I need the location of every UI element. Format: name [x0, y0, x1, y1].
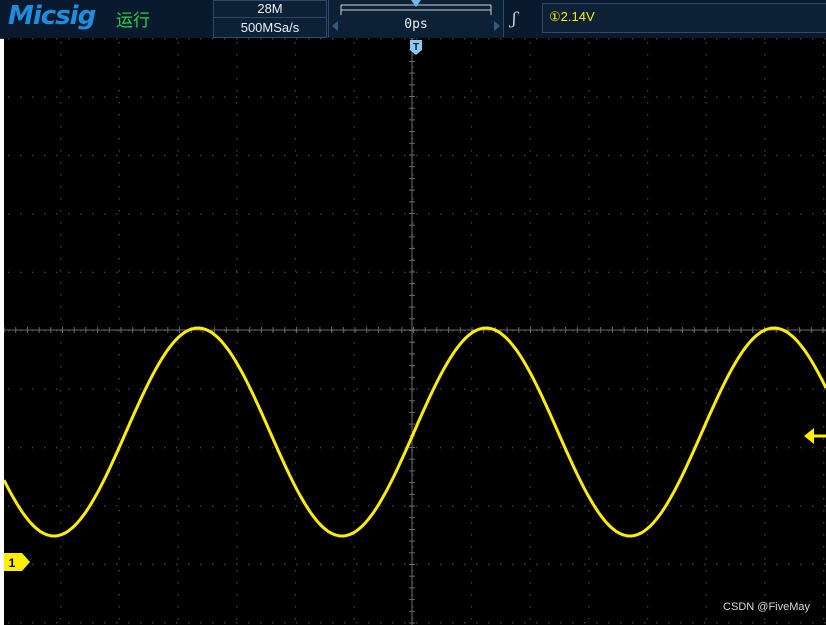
waveform-canvas: T 1 [4, 38, 826, 625]
channel-1-ground-marker[interactable]: 1 [4, 553, 30, 571]
sample-rate[interactable]: 500MSa/s [213, 17, 327, 38]
brand-logo: Micsig [8, 1, 96, 31]
trigger-marker-label: T [413, 42, 419, 53]
memory-depth[interactable]: 28M [213, 0, 327, 18]
top-status-bar: Micsig 运行 28M 500MSa/s 0ps ʃ ①2.14V [0, 0, 826, 39]
watermark: CSDN @FiveMay [723, 601, 810, 613]
trigger-level-arrow-icon[interactable] [804, 428, 826, 444]
channel-1-waveform [4, 326, 826, 538]
waveform-display[interactable]: T 1 CSDN @FiveMay [4, 38, 826, 625]
trigger-slope-rising-icon[interactable]: ʃ [512, 9, 517, 29]
trigger-position-marker-icon [411, 0, 421, 7]
channel-1-label: 1 [9, 556, 16, 570]
graticule [4, 38, 826, 625]
trigger-position: 0ps [404, 17, 428, 32]
trigger-level: ①2.14V [549, 9, 595, 24]
trigger-level-panel[interactable]: ①2.14V [542, 3, 826, 33]
run-stop-status[interactable]: 运行 [116, 6, 150, 31]
timebase-panel[interactable]: 0ps [328, 0, 504, 37]
